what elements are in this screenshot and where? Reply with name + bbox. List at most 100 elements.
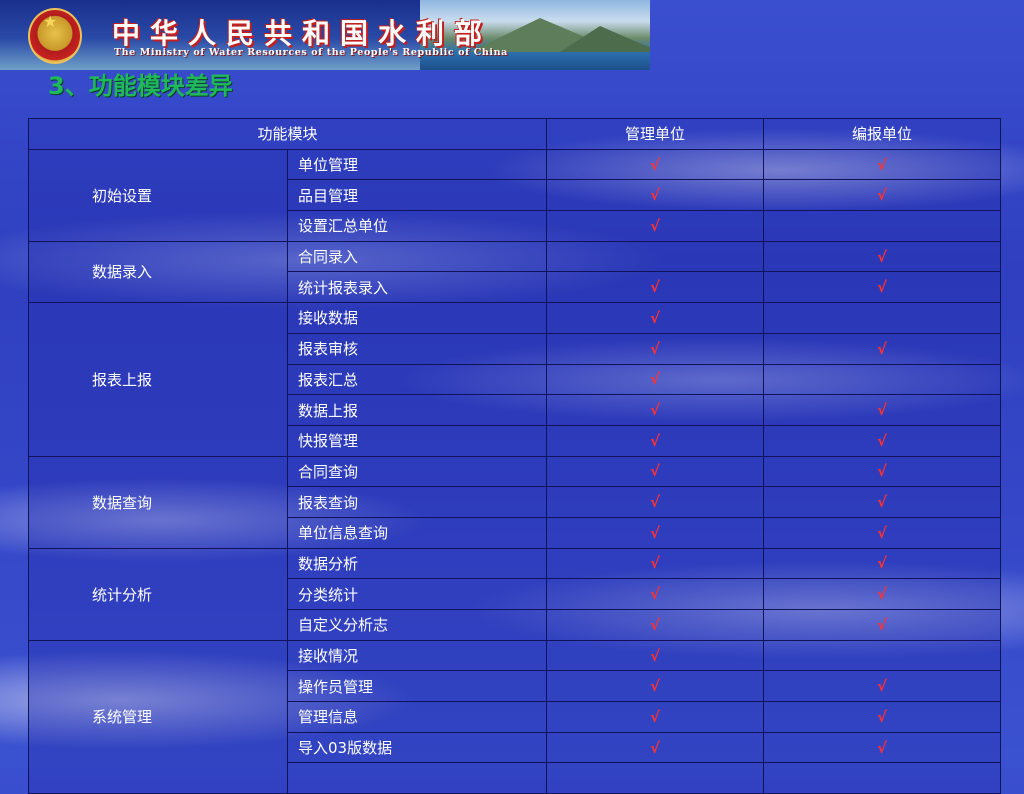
manager-cell: √ — [546, 547, 764, 580]
table-row: 数据录入 合同录入 √ — [28, 240, 1001, 304]
manager-cell: √ — [546, 486, 764, 518]
module-item: 接收情况 — [287, 639, 547, 672]
reporter-cell — [763, 363, 1001, 396]
reporter-cell: √ — [763, 332, 1001, 365]
emblem-star-icon: ★ — [43, 12, 58, 31]
module-item: 操作员管理 — [287, 670, 547, 703]
manager-cell: √ — [546, 148, 764, 181]
group-label: 系统管理 — [28, 639, 288, 794]
table-row: 初始设置 单位管理 √ √ — [28, 148, 1001, 242]
manager-cell: √ — [546, 670, 764, 703]
checkmark-icon: √ — [876, 738, 887, 757]
module-item: 品目管理 — [287, 179, 547, 212]
module-item: 自定义分析志 — [287, 609, 547, 641]
checkmark-icon: √ — [649, 186, 660, 205]
module-item: 报表审核 — [287, 332, 547, 365]
group-label: 初始设置 — [28, 148, 288, 242]
reporter-cell: √ — [763, 670, 1001, 703]
module-item: 合同查询 — [287, 455, 547, 488]
manager-cell: √ — [546, 578, 764, 610]
reporter-cell: √ — [763, 148, 1001, 181]
reporter-cell: √ — [763, 516, 1001, 549]
checkmark-icon: √ — [649, 646, 660, 665]
module-item: 合同录入 — [287, 240, 547, 273]
table-row: 报表上报 接收数据 √ — [28, 302, 1001, 457]
group-label: 报表上报 — [28, 302, 288, 457]
manager-cell: √ — [546, 701, 764, 733]
checkmark-icon: √ — [649, 339, 660, 358]
module-item: 统计报表录入 — [287, 271, 547, 304]
checkmark-icon: √ — [649, 155, 660, 174]
checkmark-icon: √ — [876, 339, 887, 358]
manager-cell: √ — [546, 302, 764, 334]
checkmark-icon: √ — [876, 401, 887, 420]
reporter-cell: √ — [763, 240, 1001, 273]
manager-cell: √ — [546, 424, 764, 457]
checkmark-icon: √ — [876, 247, 887, 266]
manager-cell: √ — [546, 332, 764, 365]
checkmark-icon: √ — [876, 523, 887, 542]
function-module-table: 功能模块 管理单位 编报单位 初始设置 单位管理 √ √ 品目管理 √ √ 设置汇总单位 √ 数据… — [28, 118, 1001, 794]
header-banner: ★ 中华人民共和国水利部 The Ministry of Water Resou… — [0, 0, 650, 70]
checkmark-icon: √ — [876, 186, 887, 205]
module-item: 管理信息 — [287, 701, 547, 733]
checkmark-icon: √ — [876, 554, 887, 573]
module-item: 快报管理 — [287, 424, 547, 457]
checkmark-icon: √ — [649, 278, 660, 297]
manager-cell — [546, 240, 764, 273]
reporter-cell: √ — [763, 394, 1001, 426]
module-item: 数据上报 — [287, 394, 547, 426]
checkmark-icon: √ — [649, 615, 660, 634]
header-manager: 管理单位 — [546, 118, 764, 150]
checkmark-icon: √ — [649, 585, 660, 604]
module-item: 单位管理 — [287, 148, 547, 181]
banner-mountain-shape-2 — [560, 26, 650, 52]
module-item: 单位信息查询 — [287, 516, 547, 549]
manager-cell: √ — [546, 394, 764, 426]
table-row: 统计分析 数据分析 √ √ — [28, 547, 1001, 641]
table-row: 系统管理 接收情况 √ — [28, 639, 1001, 794]
checkmark-icon: √ — [649, 523, 660, 542]
table-header-row: 功能模块 管理单位 编报单位 — [28, 118, 1001, 150]
table-row: 数据查询 合同查询 √ √ — [28, 455, 1001, 549]
reporter-cell: √ — [763, 609, 1001, 641]
group-label: 数据录入 — [28, 240, 288, 304]
table-body: 初始设置 单位管理 √ √ 品目管理 √ √ 设置汇总单位 √ 数据录入 合同录入 √ 统计报表录入 √ √… — [28, 148, 1001, 794]
reporter-cell: √ — [763, 486, 1001, 518]
slide-title: 3、功能模块差异 — [48, 72, 233, 100]
checkmark-icon: √ — [649, 370, 660, 389]
module-item: 报表汇总 — [287, 363, 547, 396]
header-reporter: 编报单位 — [763, 118, 1001, 150]
reporter-cell — [763, 210, 1001, 242]
manager-cell: √ — [546, 363, 764, 396]
checkmark-icon: √ — [649, 554, 660, 573]
module-item: 数据分析 — [287, 547, 547, 580]
checkmark-icon: √ — [876, 462, 887, 481]
manager-cell: √ — [546, 210, 764, 242]
reporter-cell: √ — [763, 179, 1001, 212]
header-module: 功能模块 — [28, 118, 547, 150]
checkmark-icon: √ — [876, 278, 887, 297]
manager-cell: √ — [546, 639, 764, 672]
manager-cell: √ — [546, 179, 764, 212]
checkmark-icon: √ — [876, 707, 887, 726]
checkmark-icon: √ — [649, 707, 660, 726]
checkmark-icon: √ — [876, 585, 887, 604]
banner-title-en: The Ministry of Water Resources of the P… — [114, 47, 508, 58]
reporter-cell: √ — [763, 271, 1001, 304]
module-item: 分类统计 — [287, 578, 547, 610]
module-item: 导入03版数据 — [287, 731, 547, 764]
reporter-cell: √ — [763, 547, 1001, 580]
reporter-cell — [763, 302, 1001, 334]
checkmark-icon: √ — [649, 677, 660, 696]
reporter-cell: √ — [763, 455, 1001, 488]
module-item: 接收数据 — [287, 302, 547, 334]
reporter-cell: √ — [763, 701, 1001, 733]
checkmark-icon: √ — [649, 401, 660, 420]
checkmark-icon: √ — [649, 308, 660, 327]
group-label: 统计分析 — [28, 547, 288, 641]
reporter-cell: √ — [763, 578, 1001, 610]
reporter-cell: √ — [763, 424, 1001, 457]
group-label: 数据查询 — [28, 455, 288, 549]
checkmark-icon: √ — [876, 493, 887, 512]
